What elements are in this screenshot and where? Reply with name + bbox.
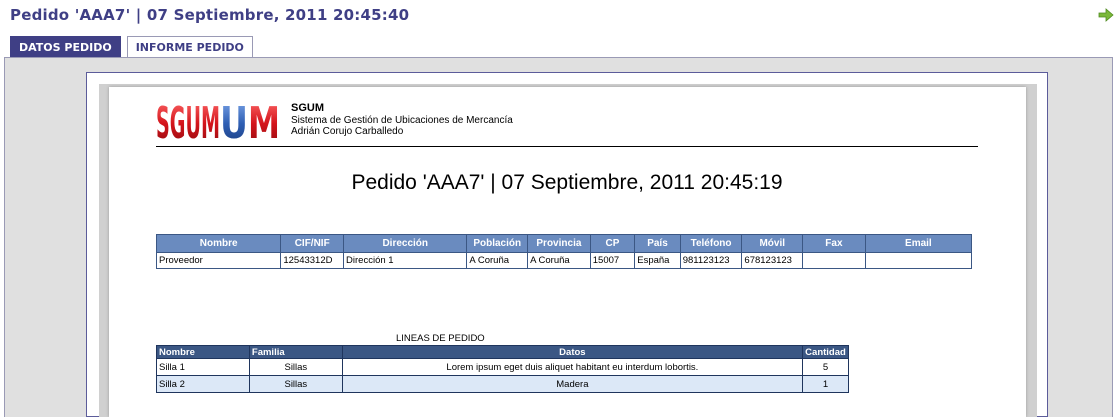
col-telefono: Teléfono — [679, 234, 743, 253]
report-title: Pedido 'AAA7' | 07 Septiembre, 2011 20:4… — [351, 171, 783, 194]
cell-poblacion: A Coruña — [466, 252, 529, 269]
sgum-logo: SGUM U M — [156, 102, 280, 140]
cell-direccion: Dirección 1 — [343, 252, 468, 269]
col-nombre: Nombre — [156, 345, 250, 359]
cell-familia: Sillas — [248, 358, 343, 376]
supplier-header-row: Nombre CIF/NIF Dirección Población Provi… — [155, 234, 973, 253]
svg-text:SGUM: SGUM — [156, 102, 220, 140]
table-row: Proveedor 12543312D Dirección 1 A Coruña… — [155, 252, 973, 269]
table-row: Silla 2 Sillas Madera 1 — [156, 375, 850, 393]
col-familia: Familia — [248, 345, 343, 359]
company-info: SGUM Sistema de Gestión de Ubicaciones d… — [291, 102, 513, 138]
tab-bar: DATOS PEDIDO INFORME PEDIDO — [10, 36, 259, 58]
table-row: Silla 1 Sillas Lorem ipsum eget duis ali… — [156, 358, 850, 376]
tab-informe-pedido[interactable]: INFORME PEDIDO — [126, 36, 253, 58]
col-cantidad: Cantidad — [801, 345, 850, 359]
cell-familia: Sillas — [248, 375, 343, 393]
cell-nombre: Silla 2 — [156, 375, 250, 393]
col-pais: País — [634, 234, 681, 253]
supplier-table: Nombre CIF/NIF Dirección Población Provi… — [155, 234, 973, 269]
lines-header-row: Nombre Familia Datos Cantidad — [156, 345, 850, 359]
cell-datos: Madera — [341, 375, 803, 393]
cell-nombre: Proveedor — [155, 252, 282, 269]
col-direccion: Dirección — [343, 234, 468, 253]
cell-pais: España — [634, 252, 681, 269]
col-cp: CP — [589, 234, 636, 253]
company-description: Sistema de Gestión de Ubicaciones de Mer… — [291, 114, 513, 126]
cell-fax — [802, 252, 866, 269]
cell-movil: 678123123 — [741, 252, 804, 269]
col-cif: CIF/NIF — [280, 234, 345, 253]
col-datos: Datos — [341, 345, 803, 359]
tab-datos-pedido[interactable]: DATOS PEDIDO — [10, 36, 121, 57]
page-title: Pedido 'AAA7' | 07 Septiembre, 2011 20:4… — [10, 6, 410, 24]
col-nombre: Nombre — [155, 234, 282, 253]
cell-cantidad: 5 — [801, 358, 850, 376]
col-fax: Fax — [802, 234, 866, 253]
arrow-right-icon[interactable] — [1098, 8, 1114, 22]
col-movil: Móvil — [741, 234, 804, 253]
col-poblacion: Población — [466, 234, 529, 253]
cell-nombre: Silla 1 — [156, 358, 250, 376]
col-provincia: Provincia — [527, 234, 591, 253]
cell-provincia: A Coruña — [527, 252, 591, 269]
company-name: SGUM — [291, 102, 324, 114]
cell-cantidad: 1 — [801, 375, 850, 393]
company-author: Adrián Corujo Carballedo — [291, 126, 404, 137]
cell-telefono: 981123123 — [679, 252, 743, 269]
header-divider — [156, 146, 978, 147]
cell-email — [864, 252, 973, 269]
col-email: Email — [864, 234, 973, 253]
order-lines-table: Nombre Familia Datos Cantidad Silla 1 Si… — [156, 345, 850, 393]
cell-datos: Lorem ipsum eget duis aliquet habitant e… — [341, 358, 803, 376]
cell-cp: 15007 — [589, 252, 636, 269]
lines-caption: LINEAS DE PEDIDO — [396, 333, 485, 344]
svg-text:M: M — [248, 102, 280, 140]
svg-text:U: U — [220, 102, 248, 140]
cell-cif: 12543312D — [280, 252, 345, 269]
